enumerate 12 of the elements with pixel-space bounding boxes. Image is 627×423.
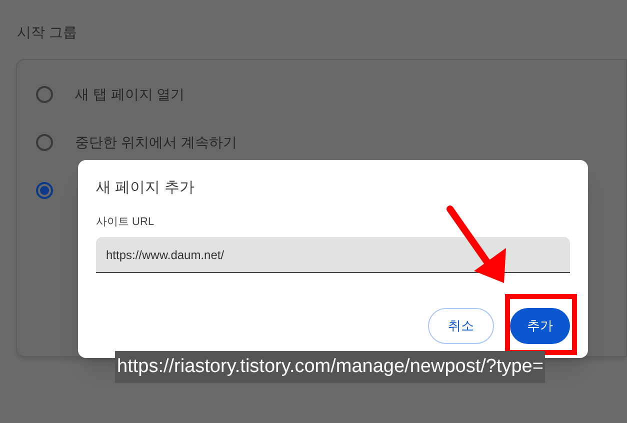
url-caption: https://riastory.tistory.com/manage/newpost/?type= [115,351,546,383]
field-label: 사이트 URL [96,214,154,230]
url-field[interactable]: https://www.daum.net/ [96,237,570,273]
option-label: 새 탭 페이지 열기 [75,84,185,104]
dialog-title: 새 페이지 추가 [96,178,194,198]
cancel-button[interactable]: 취소 [428,308,494,344]
radio-button[interactable] [36,134,53,150]
radio-button[interactable] [36,182,53,198]
radio-button[interactable] [36,86,53,102]
add-button[interactable]: 추가 [510,308,570,344]
option-label: 중단한 위치에서 계속하기 [75,132,237,152]
section-title: 시작 그룹 [17,23,77,42]
